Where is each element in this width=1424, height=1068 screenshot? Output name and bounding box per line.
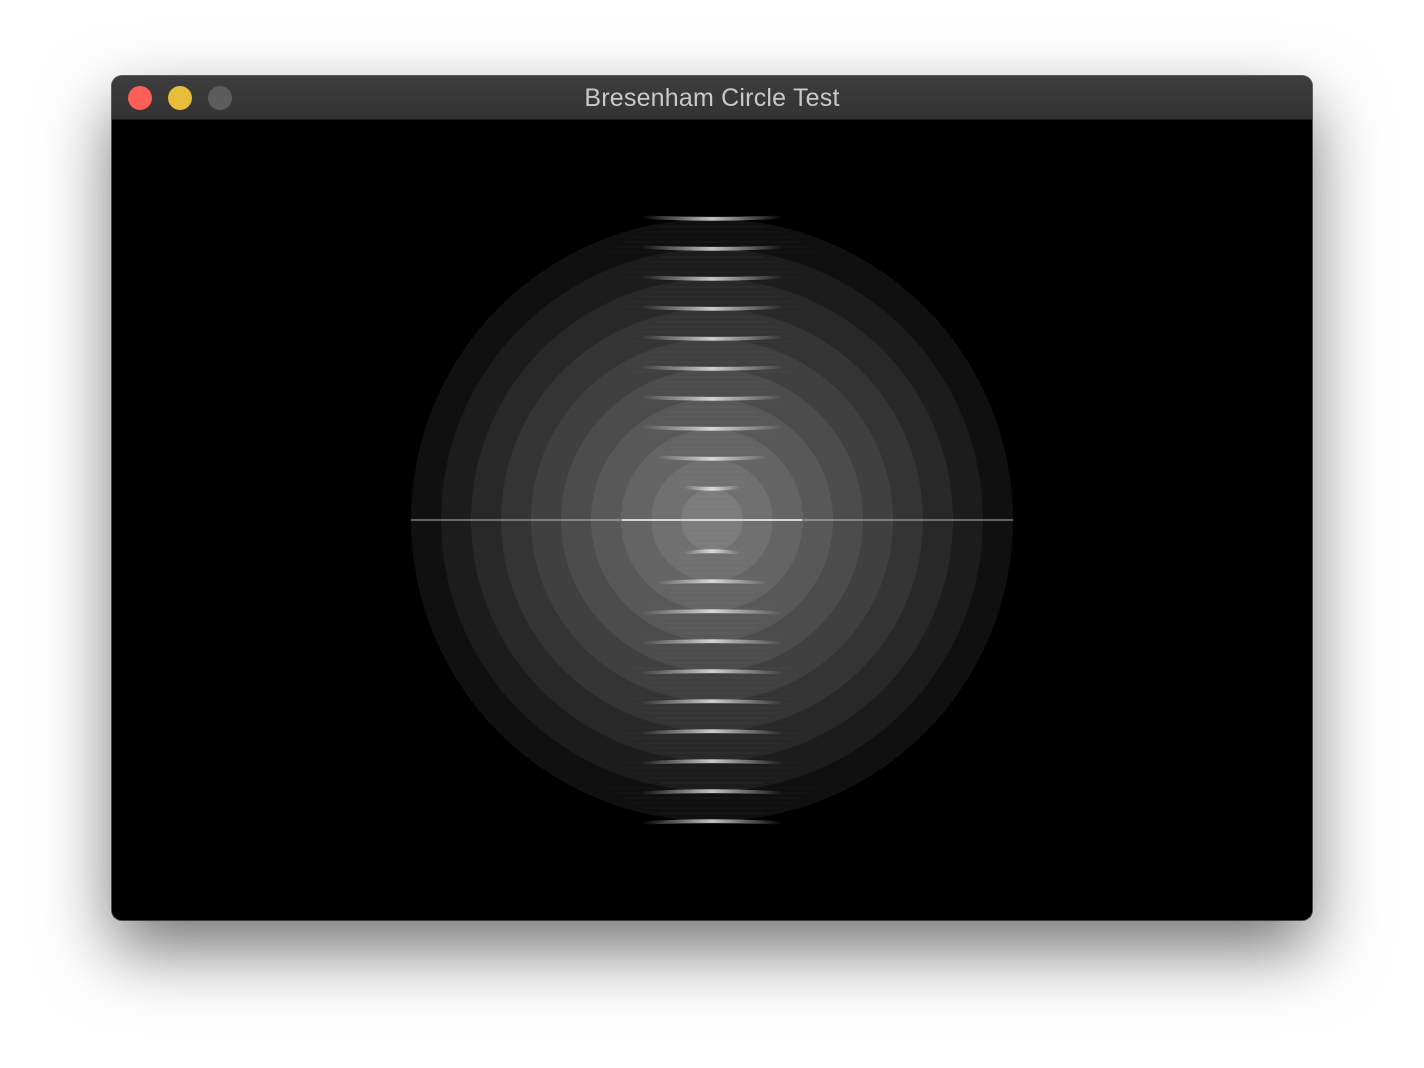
render-canvas[interactable] xyxy=(112,120,1312,920)
ring-ridge xyxy=(642,215,782,221)
app-window: Bresenham Circle Test xyxy=(112,76,1312,920)
ring-ridge xyxy=(642,819,782,825)
title-bar[interactable]: Bresenham Circle Test xyxy=(112,76,1312,120)
window-title: Bresenham Circle Test xyxy=(584,84,840,112)
circle-drawing xyxy=(411,215,1013,825)
